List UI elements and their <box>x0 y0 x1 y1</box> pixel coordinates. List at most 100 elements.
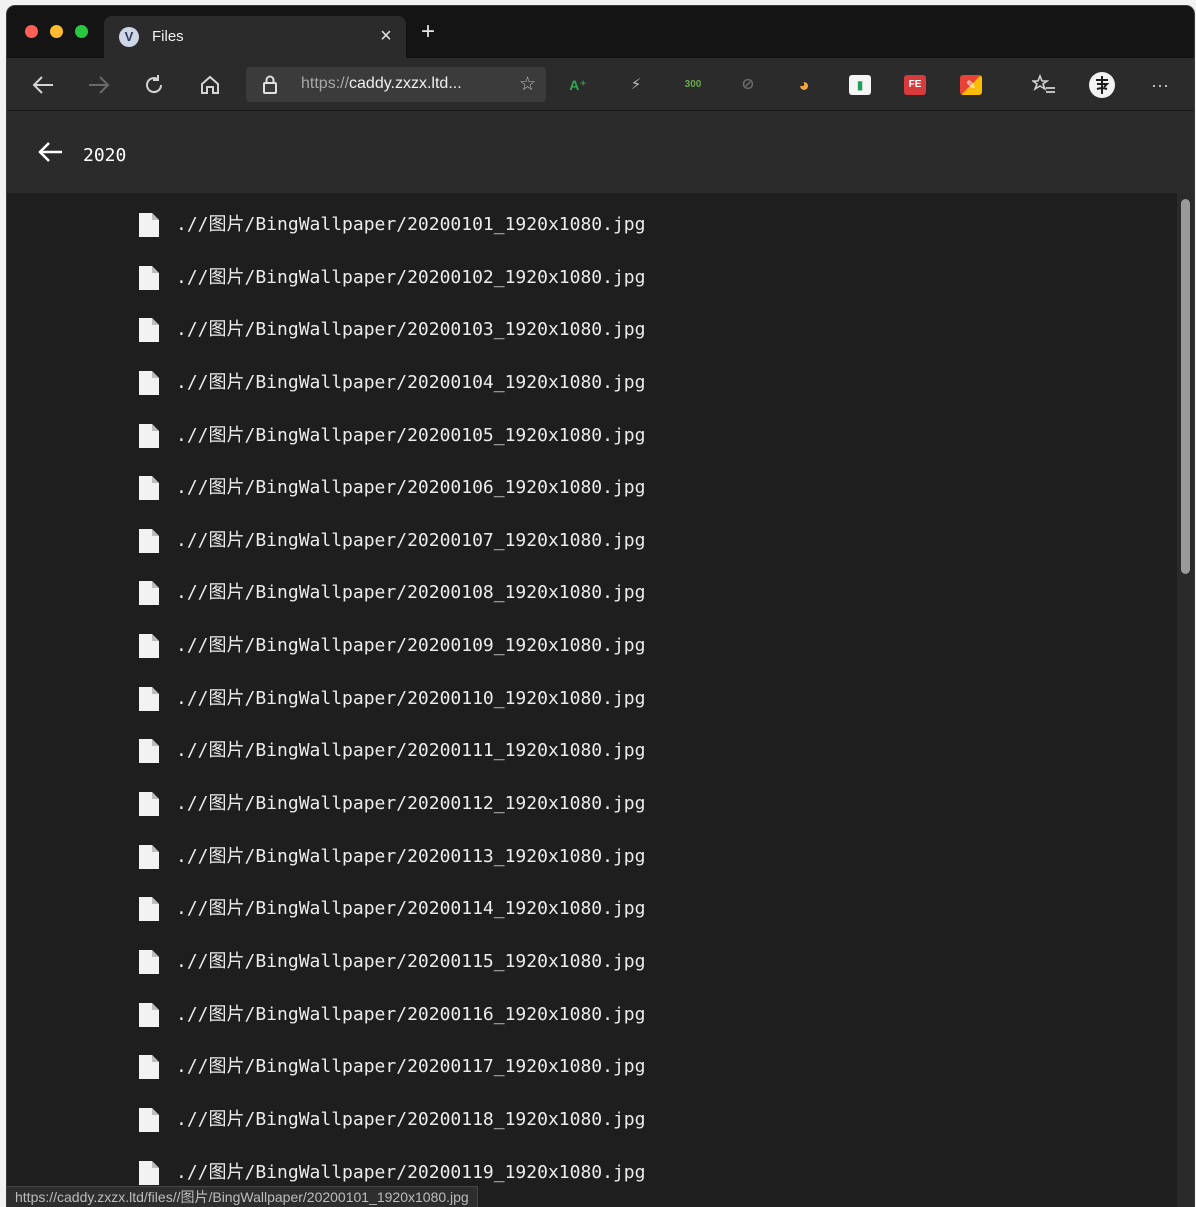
file-icon <box>139 634 159 659</box>
reload-icon <box>146 75 163 94</box>
file-name: .//图片/BingWallpaper/20200108_1920x1080.j… <box>176 582 646 604</box>
file-name: .//图片/BingWallpaper/20200101_1920x1080.j… <box>176 214 646 235</box>
file-icon <box>139 739 159 764</box>
minimize-window-button[interactable] <box>50 25 63 38</box>
file-row[interactable]: .//图片/BingWallpaper/20200114_1920x1080.j… <box>138 896 645 949</box>
file-icon <box>139 686 159 711</box>
file-icon <box>139 476 159 501</box>
file-row[interactable]: .//图片/BingWallpaper/20200107_1920x1080.j… <box>138 528 645 581</box>
favorites-button[interactable] <box>1029 70 1059 100</box>
url-scheme: https:// <box>301 75 350 92</box>
file-name: .//图片/BingWallpaper/20200115_1920x1080.j… <box>176 950 646 972</box>
file-row[interactable]: .//图片/BingWallpaper/20200106_1920x1080.j… <box>138 475 645 528</box>
file-icon <box>139 949 159 974</box>
file-icon <box>139 1107 159 1132</box>
file-row[interactable]: .//图片/BingWallpaper/20200118_1920x1080.j… <box>138 1107 645 1160</box>
file-row[interactable]: .//图片/BingWallpaper/20200110_1920x1080.j… <box>138 686 645 739</box>
file-icon <box>139 1002 159 1027</box>
file-row[interactable]: .//图片/BingWallpaper/20200115_1920x1080.j… <box>138 949 645 1002</box>
color-picker-extension-icon[interactable]: ◕ <box>793 75 815 95</box>
file-icon <box>139 1160 159 1185</box>
file-row[interactable]: .//图片/BingWallpaper/20200109_1920x1080.j… <box>138 633 645 686</box>
back-arrow-icon <box>32 76 53 94</box>
status-bar-url: https://caddy.zxzx.ltd/files//图片/BingWal… <box>7 1186 478 1207</box>
favorites-list-icon <box>1032 74 1055 93</box>
file-row[interactable]: .//图片/BingWallpaper/20200101_1920x1080.j… <box>138 212 645 265</box>
file-name: .//图片/BingWallpaper/20200112_1920x1080.j… <box>176 793 646 815</box>
file-icon <box>139 423 159 448</box>
file-icon <box>139 318 159 343</box>
address-bar[interactable]: https://caddy.zxzx.ltd... ☆ <box>246 67 546 102</box>
forward-button[interactable] <box>84 70 114 100</box>
file-name: .//图片/BingWallpaper/20200102_1920x1080.j… <box>176 266 646 288</box>
back-arrow-icon[interactable] <box>37 141 63 163</box>
add-favorite-icon[interactable]: ☆ <box>519 75 536 94</box>
profile-button[interactable] <box>1087 70 1117 100</box>
tab-strip: V Files × + <box>7 6 1194 58</box>
more-menu-button[interactable]: ··· <box>1145 70 1175 100</box>
file-icon <box>139 1055 159 1080</box>
file-icon <box>139 528 159 553</box>
zoom-window-button[interactable] <box>75 25 88 38</box>
file-row[interactable]: .//图片/BingWallpaper/20200112_1920x1080.j… <box>138 791 645 844</box>
file-icon <box>139 265 159 290</box>
counter-extension-icon[interactable]: 300 <box>680 75 706 95</box>
file-row[interactable]: .//图片/BingWallpaper/20200105_1920x1080.j… <box>138 423 645 476</box>
file-icon <box>139 213 159 237</box>
browser-window: V Files × + https://caddy.zxzx.ltd... ☆ … <box>7 6 1194 1207</box>
site-favicon-icon: V <box>119 27 139 47</box>
file-name: .//图片/BingWallpaper/20200109_1920x1080.j… <box>176 635 646 657</box>
avatar-icon <box>1089 72 1115 98</box>
file-row[interactable]: .//图片/BingWallpaper/20200116_1920x1080.j… <box>138 1002 645 1055</box>
file-name: .//图片/BingWallpaper/20200107_1920x1080.j… <box>176 529 646 551</box>
file-name: .//图片/BingWallpaper/20200114_1920x1080.j… <box>176 898 646 920</box>
forward-arrow-icon <box>89 76 110 94</box>
search-input[interactable] <box>83 141 483 169</box>
close-window-button[interactable] <box>25 25 38 38</box>
tab-files[interactable]: V Files × <box>104 16 406 58</box>
tab-title: Files <box>152 28 184 45</box>
file-name: .//图片/BingWallpaper/20200111_1920x1080.j… <box>176 740 646 762</box>
notes-extension-icon[interactable]: ▮ <box>849 75 871 95</box>
file-name: .//图片/BingWallpaper/20200119_1920x1080.j… <box>176 1161 646 1183</box>
app-header <box>7 111 1194 193</box>
file-row[interactable]: .//图片/BingWallpaper/20200113_1920x1080.j… <box>138 844 645 897</box>
blocker-extension-icon[interactable]: ⊘ <box>737 75 759 95</box>
file-icon <box>139 844 159 869</box>
file-icon <box>139 370 159 395</box>
url-text: https://caddy.zxzx.ltd... <box>301 75 462 93</box>
home-icon <box>201 75 219 94</box>
file-row[interactable]: .//图片/BingWallpaper/20200104_1920x1080.j… <box>138 370 645 423</box>
file-row[interactable]: .//图片/BingWallpaper/20200117_1920x1080.j… <box>138 1054 645 1107</box>
edit-extension-icon[interactable]: ✎ <box>960 75 982 95</box>
url-host: caddy.zxzx.ltd... <box>349 75 462 92</box>
file-row[interactable]: .//图片/BingWallpaper/20200108_1920x1080.j… <box>138 580 645 633</box>
file-row[interactable]: .//图片/BingWallpaper/20200102_1920x1080.j… <box>138 265 645 318</box>
new-tab-button[interactable]: + <box>415 20 441 46</box>
lightning-extension-icon[interactable]: ⚡ <box>625 75 647 95</box>
file-name: .//图片/BingWallpaper/20200113_1920x1080.j… <box>176 845 646 867</box>
file-list: .//图片/BingWallpaper/20200101_1920x1080.j… <box>138 212 645 1207</box>
file-icon <box>139 792 159 817</box>
file-name: .//图片/BingWallpaper/20200106_1920x1080.j… <box>176 477 646 499</box>
file-row[interactable]: .//图片/BingWallpaper/20200111_1920x1080.j… <box>138 738 645 791</box>
file-name: .//图片/BingWallpaper/20200103_1920x1080.j… <box>176 319 646 341</box>
file-name: .//图片/BingWallpaper/20200105_1920x1080.j… <box>176 424 646 446</box>
close-tab-icon[interactable]: × <box>374 24 398 48</box>
search-results: .//图片/BingWallpaper/20200101_1920x1080.j… <box>7 193 1177 1207</box>
browser-toolbar: https://caddy.zxzx.ltd... ☆ A⁺ ⚡ 300 ⊘ ◕… <box>7 58 1194 111</box>
fe-extension-icon[interactable]: FE <box>904 75 926 95</box>
file-name: .//图片/BingWallpaper/20200104_1920x1080.j… <box>176 371 646 393</box>
scrollbar[interactable] <box>1177 193 1194 1207</box>
scrollbar-thumb[interactable] <box>1181 199 1190 574</box>
home-button[interactable] <box>195 70 225 100</box>
file-name: .//图片/BingWallpaper/20200110_1920x1080.j… <box>176 687 646 709</box>
file-name: .//图片/BingWallpaper/20200117_1920x1080.j… <box>176 1056 646 1078</box>
file-row[interactable]: .//图片/BingWallpaper/20200103_1920x1080.j… <box>138 317 645 370</box>
file-icon <box>139 897 159 922</box>
back-button[interactable] <box>28 70 58 100</box>
reload-button[interactable] <box>139 70 169 100</box>
read-aloud-extension-icon[interactable]: A⁺ <box>567 75 589 95</box>
file-icon <box>139 581 159 606</box>
file-name: .//图片/BingWallpaper/20200116_1920x1080.j… <box>176 1003 646 1025</box>
